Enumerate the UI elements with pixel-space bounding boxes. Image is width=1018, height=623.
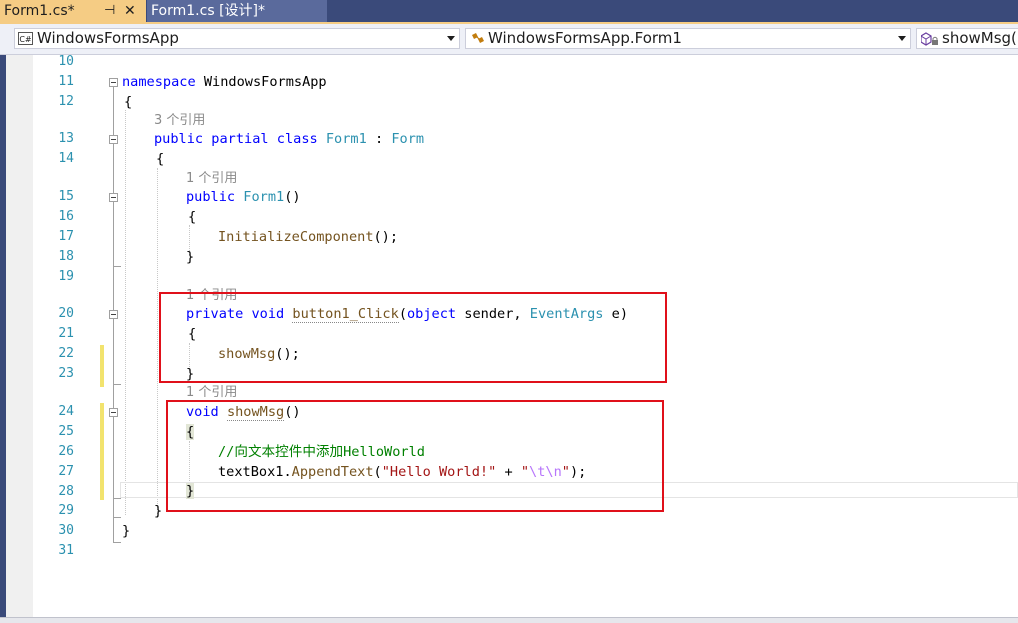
punctuation: () — [284, 189, 301, 205]
code-line[interactable]: public partial class Form1 : Form — [154, 130, 424, 148]
indicator-margin — [6, 55, 33, 617]
project-dropdown[interactable]: C# WindowsFormsApp — [14, 28, 460, 49]
constructor-name: Form1 — [243, 189, 285, 205]
keyword: public partial class — [154, 131, 318, 147]
line-number: 28 — [58, 484, 74, 499]
collapse-button1-click-toggle[interactable] — [109, 310, 118, 319]
brace: } — [154, 503, 163, 519]
line-number: 27 — [58, 464, 74, 479]
line-number: 18 — [58, 249, 74, 264]
outline-line — [113, 517, 121, 518]
horizontal-scrollbar[interactable] — [0, 617, 1018, 623]
code-line[interactable]: InitializeComponent(); — [218, 228, 398, 246]
brace: } — [122, 523, 131, 539]
member-dropdown-value: showMsg( — [942, 29, 1017, 47]
type-dropdown[interactable]: WindowsFormsApp.Form1 — [465, 28, 911, 49]
line-number: 21 — [58, 326, 74, 341]
code-line[interactable]: public Form1() — [186, 188, 301, 206]
line-number: 31 — [58, 543, 74, 558]
outline-line — [113, 266, 121, 267]
brace: { — [188, 209, 197, 225]
line-number: 20 — [58, 306, 74, 321]
collapse-class-toggle[interactable] — [109, 135, 118, 144]
project-dropdown-value: WindowsFormsApp — [37, 29, 179, 47]
brace: { — [156, 151, 165, 167]
change-marker — [100, 403, 104, 500]
class-icon — [470, 31, 486, 48]
tab-form1-cs[interactable]: Form1.cs* ⊣ ✕ — [0, 0, 146, 22]
red-annotation-box-button1-click — [159, 292, 667, 383]
chevron-down-icon[interactable] — [447, 36, 455, 41]
line-number: 30 — [58, 523, 74, 538]
indent-guide — [157, 168, 158, 518]
tab-label: Form1.cs* — [4, 3, 75, 19]
code-line[interactable]: { — [188, 208, 196, 226]
class-name: Form1 — [325, 131, 367, 147]
navigation-bar: C# WindowsFormsApp WindowsFormsApp.Form1… — [0, 24, 1018, 55]
line-number: 14 — [58, 151, 74, 166]
keyword: public — [186, 189, 236, 205]
chevron-down-icon[interactable] — [898, 36, 906, 41]
brace: { — [124, 94, 133, 110]
collapse-namespace-toggle[interactable] — [109, 78, 118, 87]
code-line[interactable]: { — [124, 93, 132, 111]
codelens-references[interactable]: 1 个引用 — [186, 385, 237, 401]
close-icon[interactable]: ✕ — [124, 0, 136, 22]
line-number: 13 — [58, 131, 74, 146]
type-dropdown-value: WindowsFormsApp.Form1 — [488, 29, 682, 47]
change-marker — [100, 345, 104, 387]
line-number: 23 — [58, 366, 74, 381]
line-number: 16 — [58, 209, 74, 224]
line-number: 29 — [58, 503, 74, 518]
line-number: 17 — [58, 229, 74, 244]
document-tab-strip: Form1.cs* ⊣ ✕ Form1.cs [设计]* — [0, 0, 1018, 22]
line-number: 19 — [58, 269, 74, 284]
brace: } — [186, 249, 195, 265]
collapse-constructor-toggle[interactable] — [109, 193, 118, 202]
code-line[interactable]: } — [154, 502, 162, 520]
punctuation: : — [366, 131, 392, 147]
member-dropdown[interactable]: showMsg( — [916, 28, 1018, 49]
private-method-icon — [920, 31, 941, 48]
code-line[interactable]: namespace WindowsFormsApp — [122, 73, 327, 91]
codelens-references[interactable]: 3 个引用 — [154, 113, 205, 129]
line-number: 15 — [58, 189, 74, 204]
line-number: 24 — [58, 404, 74, 419]
collapse-showmsg-toggle[interactable] — [109, 408, 118, 417]
line-number: 10 — [58, 54, 74, 69]
base-class-name: Form — [391, 131, 425, 147]
codelens-references[interactable]: 1 个引用 — [186, 171, 237, 187]
tab-form1-designer[interactable]: Form1.cs [设计]* — [147, 0, 327, 22]
punctuation: (); — [373, 229, 399, 245]
outline-line — [113, 384, 121, 385]
line-number: 26 — [58, 444, 74, 459]
pin-icon[interactable]: ⊣ — [104, 0, 115, 22]
red-annotation-box-showmsg — [166, 400, 664, 512]
code-line[interactable]: } — [122, 522, 130, 540]
indent-guide — [125, 110, 126, 515]
method-call: InitializeComponent — [218, 229, 374, 245]
line-number: 12 — [58, 94, 74, 109]
outline-line — [113, 542, 121, 543]
line-number: 25 — [58, 424, 74, 439]
code-line[interactable]: } — [186, 248, 194, 266]
keyword: namespace — [122, 74, 196, 90]
code-line[interactable]: { — [156, 150, 164, 168]
line-number: 22 — [58, 346, 74, 361]
line-number: 11 — [58, 74, 74, 89]
csharp-project-icon: C# — [18, 32, 33, 45]
outline-line — [113, 498, 121, 499]
tab-label: Form1.cs [设计]* — [151, 3, 265, 19]
namespace-name: WindowsFormsApp — [195, 74, 327, 90]
